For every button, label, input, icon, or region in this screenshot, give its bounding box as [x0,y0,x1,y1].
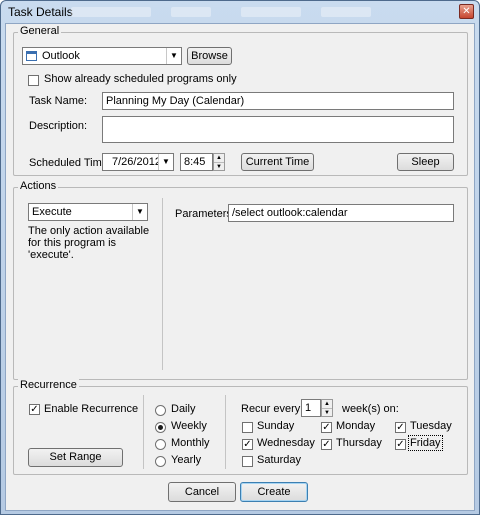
day-label-wednesday: Wednesday [257,437,315,449]
radio-monthly[interactable] [155,439,166,450]
title-bar: Task Details ✕ [1,1,479,23]
time-stepper[interactable]: ▲ ▼ [213,153,225,171]
sleep-button[interactable]: Sleep [397,153,454,171]
set-range-button[interactable]: Set Range [28,448,123,467]
actions-divider [162,198,163,370]
browse-button[interactable]: Browse [187,47,232,65]
action-select[interactable]: Execute ▼ [28,203,148,221]
dialog-client-area: General Outlook ▼ Browse Show already sc… [5,23,475,511]
parameters-input[interactable]: /select outlook:calendar [228,204,454,222]
day-checkbox-tuesday[interactable]: ✓ [395,422,406,433]
weeks-on-label: week(s) on: [342,403,399,415]
background-ghost [71,7,151,17]
day-checkbox-sunday[interactable] [242,422,253,433]
stepper-up-icon[interactable]: ▲ [214,154,224,162]
day-label-sunday: Sunday [257,420,295,432]
enable-recurrence-checkbox[interactable]: ✓ [29,404,40,415]
recur-every-input[interactable]: 1 [301,399,321,417]
show-scheduled-label: Show already scheduled programs only [44,73,237,85]
date-picker[interactable]: 7/26/2012 ▼ [102,153,174,171]
recur-every-stepper[interactable]: ▲ ▼ [321,399,333,417]
action-note: The only action available for this progr… [28,225,150,261]
radio-monthly-label: Monthly [171,437,210,449]
description-input[interactable] [102,116,454,143]
window-title: Task Details [8,5,73,19]
description-label: Description: [29,120,88,132]
day-label-tuesday: Tuesday [410,420,452,432]
task-name-input[interactable]: Planning My Day (Calendar) [102,92,454,110]
day-label-monday: Monday [336,420,376,432]
background-ghost [171,7,211,17]
recurrence-divider [225,395,226,469]
day-checkbox-thursday[interactable]: ✓ [321,439,332,450]
recur-every-label: Recur every [241,403,301,415]
task-details-window: Task Details ✕ General Outlook ▼ Browse … [0,0,480,515]
action-value: Execute [32,206,72,218]
radio-daily[interactable] [155,405,166,416]
background-ghost [241,7,301,17]
show-scheduled-checkbox[interactable] [28,75,39,86]
cancel-button[interactable]: Cancel [168,482,236,502]
scheduled-time-label: Scheduled Time: [29,157,111,169]
stepper-down-icon[interactable]: ▼ [214,162,224,170]
create-button[interactable]: Create [240,482,308,502]
day-label-thursday: Thursday [336,437,382,449]
general-legend: General [18,25,62,37]
program-select[interactable]: Outlook ▼ [22,47,182,65]
day-label-saturday: Saturday [257,454,302,466]
day-label-friday: Friday [408,435,443,451]
stepper-up-icon[interactable]: ▲ [322,400,332,408]
recurrence-group: Recurrence ✓ Enable Recurrence Set Range… [13,379,468,475]
radio-daily-label: Daily [171,403,196,415]
date-value: 7/26/2012 [112,156,161,168]
task-name-label: Task Name: [29,95,88,107]
stepper-down-icon[interactable]: ▼ [322,408,332,416]
day-checkbox-monday[interactable]: ✓ [321,422,332,433]
current-time-button[interactable]: Current Time [241,153,314,171]
day-checkbox-wednesday[interactable]: ✓ [242,439,253,450]
radio-yearly-label: Yearly [171,454,202,466]
program-value: Outlook [42,50,80,62]
day-checkbox-saturday[interactable] [242,456,253,467]
time-input[interactable]: 8:45 [180,153,213,171]
background-ghost [321,7,371,17]
chevron-down-icon[interactable]: ▼ [166,48,181,64]
radio-yearly[interactable] [155,456,166,467]
window-icon [26,51,37,61]
chevron-down-icon[interactable]: ▼ [132,204,147,220]
parameters-label: Parameters: [175,208,235,220]
enable-recurrence-label: Enable Recurrence [44,403,139,415]
radio-weekly[interactable] [155,422,166,433]
day-checkbox-friday[interactable]: ✓ [395,439,406,450]
general-group: General Outlook ▼ Browse Show already sc… [13,25,468,176]
recurrence-legend: Recurrence [18,379,79,391]
actions-legend: Actions [18,180,59,192]
chevron-down-icon[interactable]: ▼ [158,154,173,170]
actions-group: Actions Execute ▼ The only action availa… [13,180,468,380]
recurrence-divider [143,395,144,469]
radio-weekly-label: Weekly [171,420,207,432]
close-button[interactable]: ✕ [459,4,474,19]
